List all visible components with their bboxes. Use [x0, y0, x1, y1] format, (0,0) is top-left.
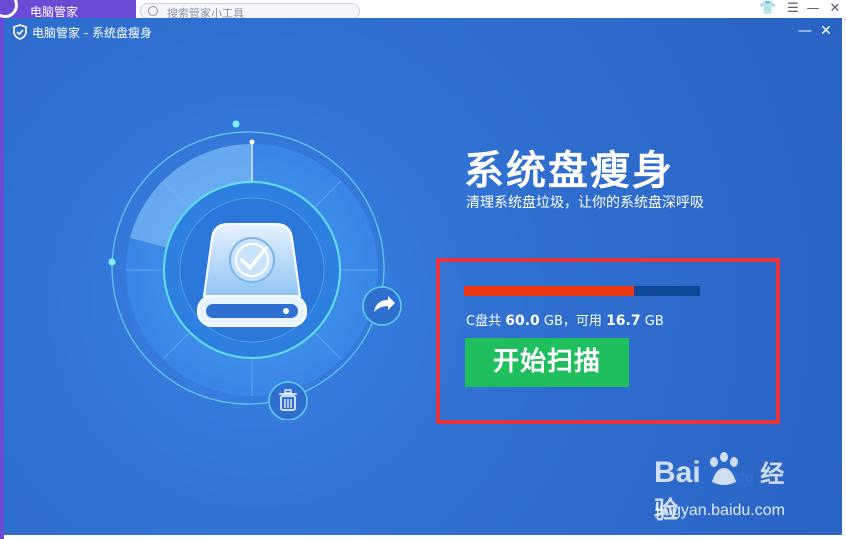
share-icon — [362, 286, 402, 326]
minimize-button[interactable]: — — [796, 22, 814, 40]
watermark-brand-left: Bai — [654, 456, 701, 489]
disk-total: 60.0 — [505, 313, 540, 329]
watermark-url: jingyan.baidu.com — [656, 502, 785, 519]
start-scan-button[interactable]: 开始扫描 — [465, 338, 629, 387]
disk-usage-bar — [464, 286, 700, 296]
trash-icon — [268, 381, 308, 420]
search-icon — [148, 6, 158, 16]
hero-subtitle: 清理系统盘垃圾，让你的系统盘深呼吸 — [466, 195, 704, 211]
watermark-brand-mid: du — [734, 469, 755, 486]
menu-icon[interactable]: ☰ — [784, 1, 802, 16]
shield-icon — [13, 24, 27, 40]
close-button[interactable]: ✕ — [817, 22, 835, 40]
drive-label: C盘共 — [466, 314, 502, 329]
baidu-watermark: Bai du 经验 jingyan.baidu.com — [654, 448, 804, 538]
disk-usage-text: C盘共 60.0 GB，可用 16.7 GB — [466, 310, 664, 329]
disk-available: 16.7 — [606, 313, 641, 329]
disk-slimming-dialog: 电脑管家 - 系统盘瘦身 — ✕ 系统盘瘦身 清理系统盘垃圾，让你的系统盘深呼吸… — [4, 18, 842, 535]
host-search-input[interactable]: 搜索管家小工具 — [140, 3, 360, 20]
available-label: ，可用 — [562, 314, 602, 329]
dialog-titlebar: 电脑管家 - 系统盘瘦身 — ✕ — [4, 18, 842, 46]
disk-usage-fill — [464, 286, 634, 296]
host-minimize-button[interactable]: — — [804, 1, 822, 16]
hero-title: 系统盘瘦身 — [464, 148, 674, 194]
host-titlebar: 电脑管家 搜索管家小工具 👕 ☰ — ✕ — [0, 0, 846, 20]
disk-illustration — [108, 120, 402, 420]
host-brand: 电脑管家 — [0, 0, 136, 20]
dialog-title: 电脑管家 - 系统盘瘦身 — [32, 26, 152, 40]
host-logo-icon — [0, 0, 18, 18]
host-close-button[interactable]: ✕ — [826, 1, 844, 16]
disk-available-unit: GB — [644, 314, 664, 329]
disk-total-unit: GB — [543, 314, 563, 329]
skin-icon[interactable]: 👕 — [759, 1, 777, 16]
